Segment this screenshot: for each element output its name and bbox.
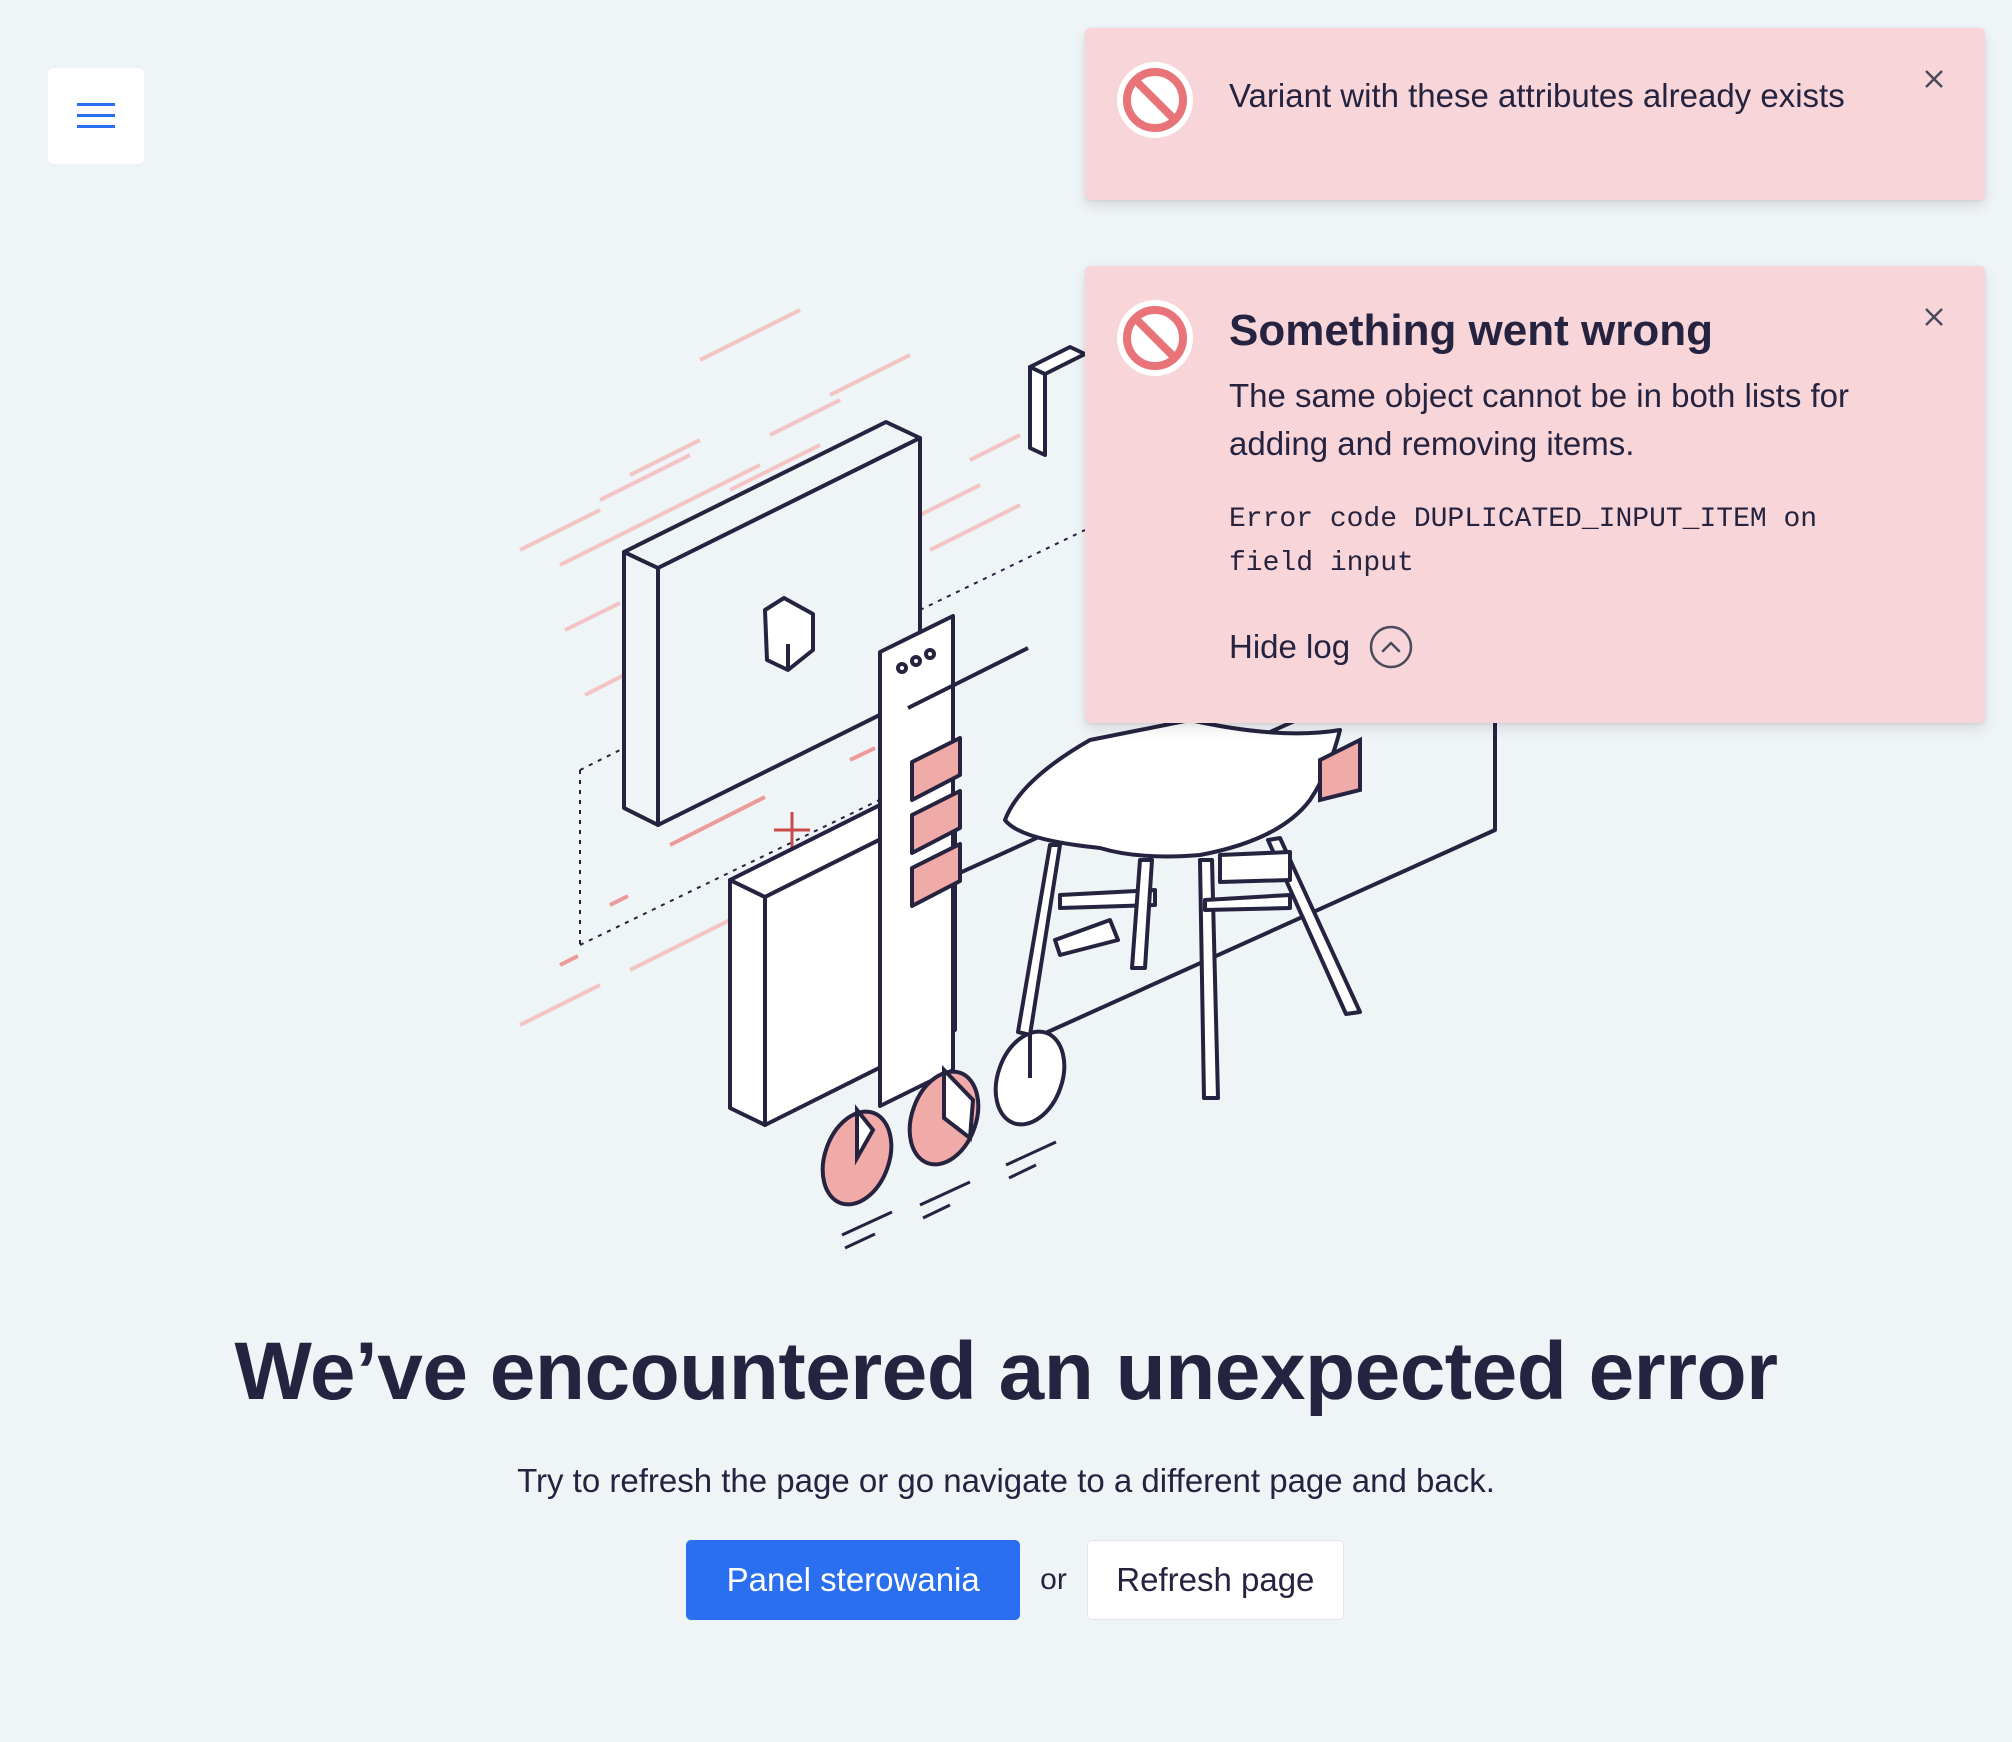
notification-message: Variant with these attributes already ex… xyxy=(1229,77,1845,114)
notification-variant-exists: Variant with these attributes already ex… xyxy=(1085,28,1985,200)
chevron-up-circle-icon xyxy=(1369,625,1413,669)
hide-log-label: Hide log xyxy=(1229,628,1351,665)
page-subtitle: Try to refresh the page or go navigate t… xyxy=(517,1462,1495,1499)
hide-log-toggle[interactable]: Hide log xyxy=(1229,624,1414,670)
notification-title: Something went wrong xyxy=(1229,306,1713,355)
monitor-shape xyxy=(622,420,922,827)
phone-shape xyxy=(878,614,1029,1108)
refresh-page-button[interactable]: Refresh page xyxy=(1086,1540,1344,1620)
block-icon xyxy=(1117,62,1193,138)
page-title: We’ve encountered an unexpected error xyxy=(234,1326,1778,1417)
block-icon xyxy=(1117,300,1193,376)
close-icon[interactable] xyxy=(1919,64,1949,94)
error-code-log: Error code DUPLICATED_INPUT_ITEM on fiel… xyxy=(1229,504,1818,579)
or-separator: or xyxy=(1040,1563,1067,1596)
menu-button[interactable] xyxy=(48,68,144,164)
notification-something-went-wrong: Something went wrong The same object can… xyxy=(1085,266,1985,723)
dashboard-button[interactable]: Panel sterowania xyxy=(686,1540,1021,1620)
close-icon[interactable] xyxy=(1919,302,1949,332)
actions-row: Panel sterowania or Refresh page xyxy=(0,1540,2012,1620)
hamburger-icon xyxy=(77,103,115,128)
small-box xyxy=(1028,345,1087,457)
notification-message: The same object cannot be in both lists … xyxy=(1229,377,1850,462)
